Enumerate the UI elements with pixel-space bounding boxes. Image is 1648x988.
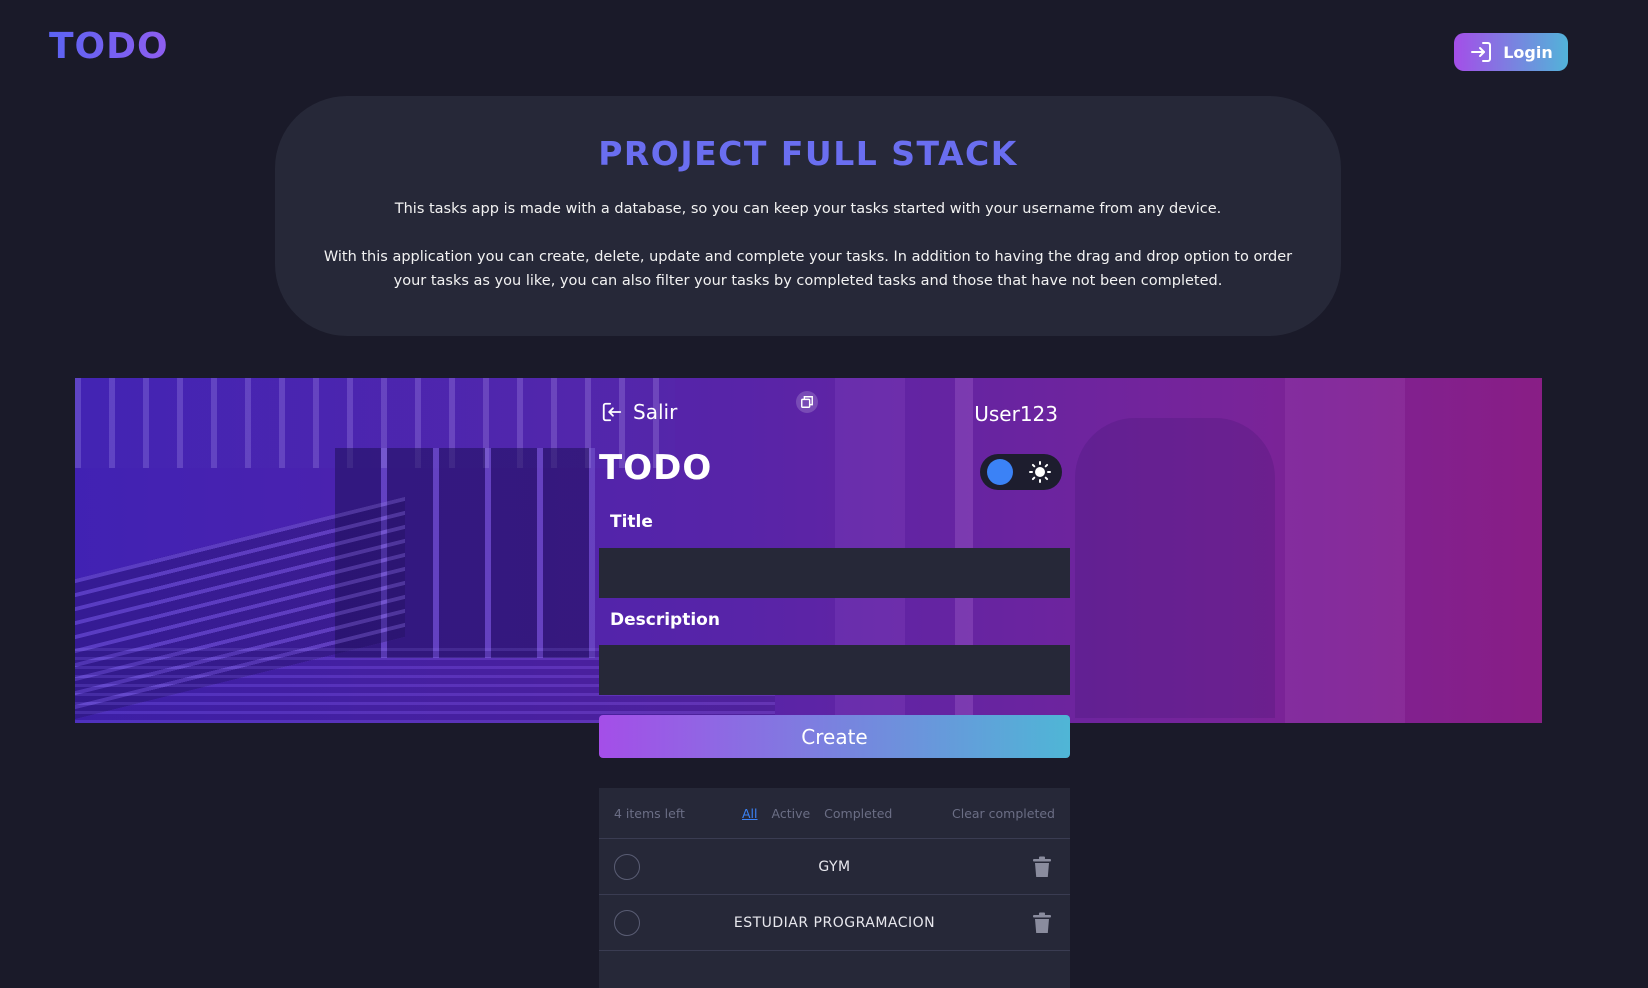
intro-paragraph-2: With this application you can create, de… (323, 249, 1293, 289)
brand-logo[interactable]: TODO (49, 26, 169, 67)
clear-completed-button[interactable]: Clear completed (952, 806, 1055, 821)
items-left-count: 4 items left (614, 805, 685, 821)
filter-all[interactable]: All (742, 806, 758, 821)
copy-icon[interactable] (796, 391, 818, 413)
sun-icon (1029, 461, 1051, 483)
login-button[interactable]: Login (1454, 33, 1568, 71)
task-checkbox[interactable] (614, 854, 640, 880)
filter-active[interactable]: Active (772, 806, 811, 821)
task-list-toolbar: 4 items left All Active Completed Clear … (599, 788, 1070, 839)
intro-card: PROJECT FULL STACK This tasks app is mad… (275, 96, 1341, 336)
login-icon (1471, 42, 1492, 62)
login-label: Login (1503, 42, 1553, 62)
app-title: TODO (599, 448, 713, 488)
trash-icon[interactable] (1032, 856, 1052, 878)
task-item[interactable]: ESTUDIAR PROGRAMACION (599, 895, 1070, 951)
theme-toggle[interactable] (980, 454, 1062, 490)
hero-column (1285, 378, 1405, 723)
title-input[interactable] (599, 548, 1070, 598)
toggle-knob (987, 459, 1013, 485)
intro-title: PROJECT FULL STACK (598, 134, 1018, 173)
username: User123 (974, 402, 1058, 426)
trash-icon[interactable] (1032, 912, 1052, 934)
task-title: GYM (818, 858, 851, 875)
task-item[interactable]: GYM (599, 839, 1070, 895)
filter-completed[interactable]: Completed (824, 806, 892, 821)
description-input[interactable] (599, 645, 1070, 695)
hero-arch (1075, 418, 1275, 718)
logout-label: Salir (633, 400, 678, 424)
logout-icon (602, 402, 622, 422)
title-label: Title (610, 512, 653, 532)
logout-button[interactable]: Salir (601, 400, 677, 424)
create-button[interactable]: Create (599, 715, 1070, 758)
task-list: 4 items left All Active Completed Clear … (599, 788, 1070, 988)
intro-paragraph-1: This tasks app is made with a database, … (394, 201, 1222, 217)
task-title: ESTUDIAR PROGRAMACION (733, 914, 936, 931)
top-nav: TODO Login (0, 0, 1648, 96)
task-checkbox[interactable] (614, 910, 640, 936)
description-label: Description (610, 610, 720, 630)
filter-tabs: All Active Completed (742, 806, 892, 821)
